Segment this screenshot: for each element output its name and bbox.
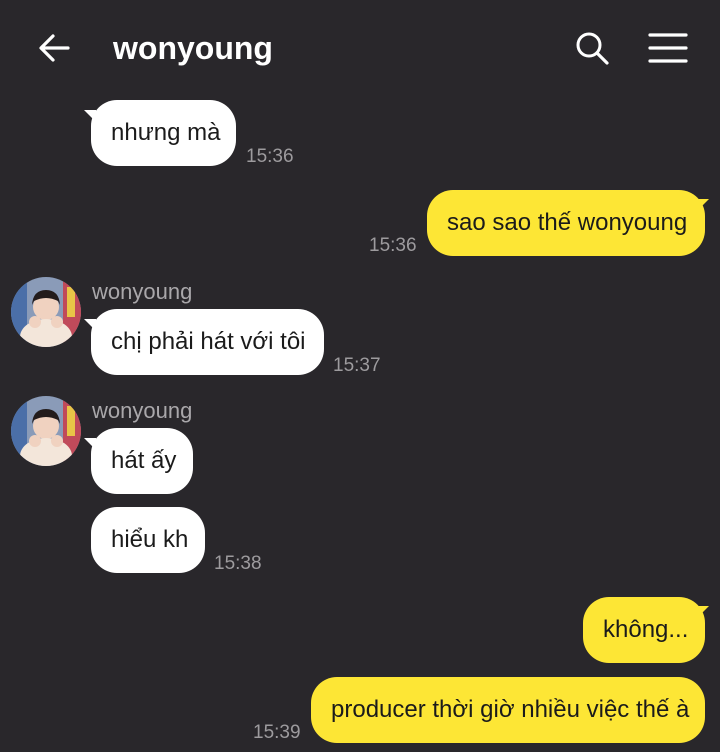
message-timestamp: 15:38: [214, 553, 262, 574]
message-timestamp: 15:39: [253, 722, 301, 743]
search-button[interactable]: [572, 28, 612, 68]
hamburger-menu-icon: [648, 33, 688, 63]
avatar[interactable]: [11, 396, 81, 466]
avatar[interactable]: [11, 277, 81, 347]
search-icon: [576, 32, 609, 65]
back-button[interactable]: [34, 28, 74, 68]
message-bubble[interactable]: không...: [583, 597, 705, 663]
message-bubble[interactable]: nhưng mà: [91, 100, 236, 166]
chat-title: wonyoung: [113, 30, 273, 66]
message-bubble[interactable]: chị phải hát với tôi: [91, 309, 324, 375]
sender-name: wonyoung: [92, 398, 193, 423]
arrow-left-icon: [39, 34, 70, 62]
sender-name: wonyoung: [92, 279, 193, 304]
message-bubble[interactable]: producer thời giờ nhiều việc thế à: [311, 677, 705, 743]
avatar-photo-icon: [11, 396, 81, 466]
message-bubble[interactable]: hiểu kh: [91, 507, 205, 573]
chat-header: wonyoung: [0, 0, 720, 96]
message-timestamp: 15:36: [369, 235, 417, 256]
message-bubble[interactable]: hát ấy: [91, 428, 193, 494]
avatar-photo-icon: [11, 277, 81, 347]
message-timestamp: 15:37: [333, 355, 381, 376]
menu-button[interactable]: [646, 28, 690, 68]
message-timestamp: 15:36: [246, 146, 294, 167]
message-bubble[interactable]: sao sao thế wonyoung: [427, 190, 705, 256]
